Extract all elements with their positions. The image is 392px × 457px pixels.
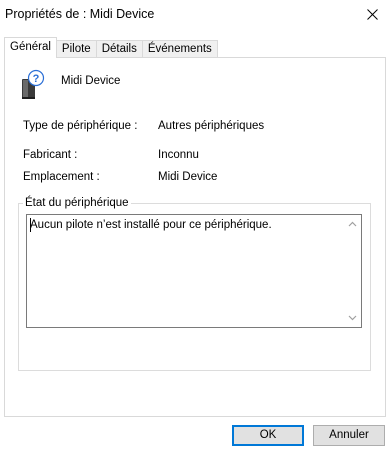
location-label: Emplacement :: [23, 171, 100, 183]
tab-general[interactable]: Général: [4, 37, 57, 58]
scroll-up-icon[interactable]: [348, 220, 357, 229]
close-button[interactable]: [354, 0, 392, 30]
location-value: Midi Device: [158, 171, 218, 183]
device-type-value: Autres périphériques: [158, 120, 265, 132]
unknown-device-icon: ?: [19, 69, 47, 101]
cancel-button[interactable]: Annuler: [313, 425, 385, 446]
text-caret: [30, 218, 31, 232]
tab-driver[interactable]: Pilote: [55, 40, 97, 58]
device-status-legend: État du périphérique: [23, 197, 131, 209]
scroll-down-icon[interactable]: [348, 313, 357, 322]
manufacturer-value: Inconnu: [158, 149, 199, 161]
device-name: Midi Device: [61, 75, 121, 87]
device-status-text: Aucun pilote n’est installé pour ce péri…: [30, 219, 272, 231]
close-icon: [367, 9, 378, 20]
tab-details[interactable]: Détails: [95, 40, 143, 58]
ok-button[interactable]: OK: [232, 425, 304, 446]
status-scrollbar[interactable]: [344, 215, 361, 327]
device-type-label: Type de périphérique :: [23, 120, 138, 132]
window-title: Propriétés de : Midi Device: [5, 7, 155, 21]
title-bar[interactable]: Propriétés de : Midi Device: [0, 0, 392, 32]
device-status-textbox[interactable]: Aucun pilote n’est installé pour ce péri…: [26, 214, 362, 328]
tab-strip: Général Pilote Détails Événements: [4, 37, 218, 58]
properties-dialog: Propriétés de : Midi Device Général Pilo…: [0, 0, 392, 457]
svg-text:?: ?: [33, 73, 40, 85]
tab-events[interactable]: Événements: [141, 40, 218, 58]
manufacturer-label: Fabricant :: [23, 149, 78, 161]
